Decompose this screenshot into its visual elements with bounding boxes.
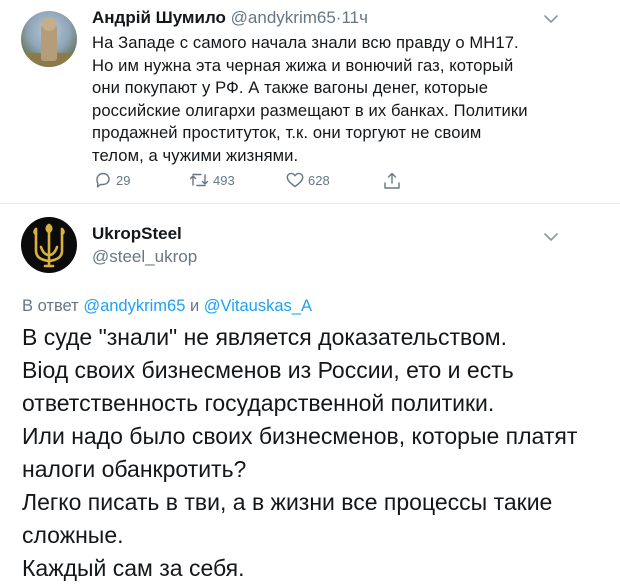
author-name[interactable]: Андрій Шумило — [92, 8, 226, 27]
tweet-header: Андрій Шумило @andykrim65·11ч — [92, 8, 368, 28]
avatar-andykrim65[interactable] — [21, 11, 77, 67]
tweet-text-line: они покупают у РФ. А также вагоны денег,… — [92, 78, 489, 97]
tweet-text-line: Каждый сам за себя. — [22, 555, 245, 581]
tweet-text-line: В суде "знали" не является доказательств… — [22, 324, 507, 350]
like-icon — [286, 172, 304, 188]
tweet-text-line: налоги обанкротить? — [22, 456, 247, 482]
retweet-count: 493 — [213, 172, 235, 188]
author-handle[interactable]: @andykrim65 — [231, 8, 336, 27]
tweet-text-line: российские олигархи размещают в их банка… — [92, 100, 528, 120]
reply-conjunction: и — [189, 297, 200, 315]
author-handle[interactable]: @steel_ukrop — [92, 247, 197, 267]
reply-prefix: В ответ — [22, 297, 79, 315]
tweet-text-line: Легко писать в тви, а в жизни все процес… — [22, 489, 553, 515]
tweet-text-line: Віод своих бизнесменов из России, ето и … — [22, 357, 514, 383]
tweet-text: На Западе с самого начала знали всю прав… — [92, 32, 562, 167]
retweet-button[interactable]: 493 — [189, 172, 235, 188]
tweet-text-line: сложные. — [22, 522, 124, 548]
tweet-text-line: Но им нужна эта черная жижа и вонючий га… — [92, 55, 514, 75]
chevron-down-icon[interactable] — [544, 14, 558, 24]
like-button[interactable]: 628 — [286, 172, 330, 188]
tweet-text-line: На Западе с самого начала знали всю прав… — [92, 33, 519, 52]
reply-icon — [96, 172, 110, 188]
retweet-icon — [189, 173, 209, 187]
author-name[interactable]: UkropSteel — [92, 224, 182, 244]
tweet-text-line: Или надо было своих бизнесменов, которые… — [22, 423, 578, 449]
like-count: 628 — [308, 172, 330, 188]
tweet-text: В суде "знали" не является доказательств… — [22, 321, 612, 585]
reply-mention-link[interactable]: @andykrim65 — [83, 297, 185, 315]
reply-count: 29 — [116, 172, 131, 188]
tweet-text-line: продажней проституток, т.к. они торгуют … — [92, 123, 482, 142]
reply-mention-link[interactable]: @Vitauskas_A — [204, 297, 312, 315]
reply-button[interactable]: 29 — [94, 172, 130, 188]
tweet-text-line: ответственность государственной политики… — [22, 390, 495, 416]
trident-logo-icon — [33, 223, 65, 268]
share-button[interactable] — [383, 172, 401, 190]
chevron-down-icon[interactable] — [544, 232, 558, 242]
avatar-ukropsteel[interactable] — [21, 217, 77, 273]
tweet-divider — [0, 203, 620, 204]
reply-context: В ответ @andykrim65 и @Vitauskas_A — [22, 297, 312, 316]
tweet-time[interactable]: 11ч — [341, 8, 368, 27]
avatar-statue-head — [42, 17, 56, 31]
tweet-text-line: телом, а чужими жизнями. — [92, 145, 299, 165]
share-icon — [384, 172, 400, 189]
